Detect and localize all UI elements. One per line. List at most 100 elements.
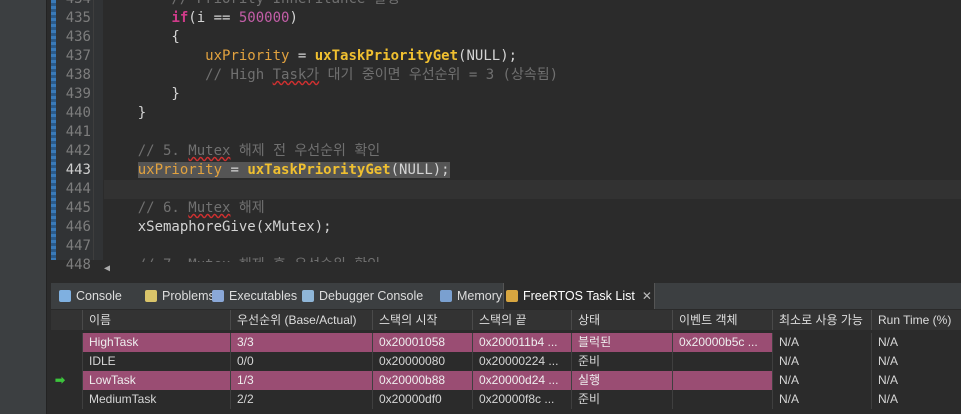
tab-console[interactable]: Console bbox=[57, 283, 134, 309]
tab-label: Problems bbox=[162, 289, 215, 303]
column-header[interactable]: 우선순위 (Base/Actual) bbox=[231, 310, 373, 330]
code-line[interactable] bbox=[104, 180, 961, 199]
code-line[interactable]: } bbox=[104, 104, 961, 123]
table-cell-indicator bbox=[51, 333, 83, 352]
line-number: 446 bbox=[65, 219, 91, 235]
line-number: 440 bbox=[65, 105, 91, 121]
code-line[interactable]: uxPriority = uxTaskPriorityGet(NULL); bbox=[104, 47, 961, 66]
table-cell-stack-start: 0x20001058 bbox=[373, 333, 473, 352]
column-header[interactable] bbox=[51, 310, 83, 330]
column-header[interactable]: Run Time (%) bbox=[872, 310, 961, 330]
table-cell-min-free: N/A bbox=[773, 390, 872, 409]
table-cell-stack-end: 0x20000f8c ... bbox=[473, 390, 572, 409]
table-cell-name: MediumTask bbox=[83, 390, 231, 409]
code-line[interactable]: xSemaphoreGive(xMutex); bbox=[104, 218, 961, 237]
executables-icon bbox=[212, 290, 224, 302]
code-editor[interactable]: 434435 436 437 438 439 440 441 442 443 444 445 446 4… bbox=[51, 0, 961, 283]
table-cell-name: IDLE bbox=[83, 352, 231, 371]
table-cell-priority: 1/3 bbox=[231, 371, 373, 390]
debugger-console-icon bbox=[302, 290, 314, 302]
table-cell-state: 실행 bbox=[572, 371, 673, 390]
change-marker-bar bbox=[51, 0, 56, 260]
line-number: 434 bbox=[59, 0, 91, 9]
tab-executables[interactable]: Executables bbox=[210, 283, 297, 309]
code-line[interactable]: } bbox=[104, 85, 961, 104]
column-header[interactable]: 스택의 시작 bbox=[373, 310, 473, 330]
column-header[interactable]: 스택의 끝 bbox=[473, 310, 572, 330]
table-cell-stack-start: 0x20000df0 bbox=[373, 390, 473, 409]
table-cell-event bbox=[673, 390, 773, 409]
line-number: 443 bbox=[65, 162, 91, 178]
tab-label: Memory bbox=[457, 289, 503, 303]
tab-freertos-task-list[interactable]: FreeRTOS Task List ✕ bbox=[503, 283, 655, 309]
code-area[interactable]: // Priority Inheritance 발생 if(i == 50000… bbox=[104, 0, 961, 273]
line-number: 435 bbox=[65, 10, 91, 26]
table-cell-runtime: N/A bbox=[878, 392, 899, 406]
line-number: 438 bbox=[65, 67, 91, 83]
code-line[interactable]: if(i == 500000) bbox=[104, 9, 961, 28]
left-window-strip bbox=[0, 0, 47, 414]
code-line[interactable]: // Priority Inheritance 발생 bbox=[104, 0, 961, 9]
freertos-icon bbox=[506, 290, 518, 302]
table-cell-indicator bbox=[51, 390, 83, 409]
column-header[interactable]: 이름 bbox=[83, 310, 231, 330]
table-cell-state: 준비 bbox=[572, 390, 673, 409]
table-cell-state: 준비 bbox=[572, 352, 673, 371]
table-cell-name: LowTask bbox=[83, 371, 231, 390]
table-cell-priority: 0/0 bbox=[231, 352, 373, 371]
line-number: 442 bbox=[65, 143, 91, 159]
code-line[interactable] bbox=[104, 237, 961, 256]
table-cell-stack-end: 0x200011b4 ... bbox=[473, 333, 572, 352]
code-line[interactable]: uxPriority = uxTaskPriorityGet(NULL); bbox=[104, 161, 961, 180]
line-number: 444 bbox=[65, 181, 91, 197]
tab-problems[interactable]: Problems bbox=[143, 283, 215, 309]
code-line[interactable]: // 6. Mutex 해제 bbox=[104, 199, 961, 218]
line-number: 447 bbox=[65, 238, 91, 254]
current-task-arrow-icon: ➡ bbox=[55, 373, 66, 387]
panel-tab-bar: Console Problems Executables Debugger Conso… bbox=[51, 283, 961, 310]
debug-panel: Console Problems Executables Debugger Conso… bbox=[51, 283, 961, 414]
line-number: 441 bbox=[65, 124, 91, 140]
tab-debugger-console[interactable]: Debugger Console bbox=[300, 283, 430, 309]
table-cell-min-free: N/A bbox=[773, 333, 872, 352]
table-cell-indicator: ➡ bbox=[51, 371, 83, 390]
table-cell-runtime: N/A bbox=[872, 371, 961, 390]
table-cell-min-free: N/A bbox=[773, 371, 872, 390]
tab-label: Executables bbox=[229, 289, 298, 303]
tab-memory[interactable]: Memory bbox=[438, 283, 503, 309]
column-header[interactable]: 상태 bbox=[572, 310, 673, 330]
table-cell-priority: 2/2 bbox=[231, 390, 373, 409]
column-header[interactable]: 이벤트 객체 bbox=[673, 310, 773, 330]
problems-icon bbox=[145, 290, 157, 302]
table-cell-indicator bbox=[51, 352, 83, 371]
code-line[interactable]: // 5. Mutex 해제 전 우선순위 확인 bbox=[104, 142, 961, 161]
table-cell-stack-end: 0x20000224 ... bbox=[473, 352, 572, 371]
line-number: 436 bbox=[65, 29, 91, 45]
tab-label: Console bbox=[76, 289, 122, 303]
code-line[interactable]: { bbox=[104, 28, 961, 47]
table-cell-event: 0x20000b5c ... bbox=[673, 333, 773, 352]
table-cell-priority: 3/3 bbox=[231, 333, 373, 352]
scroll-left-icon[interactable]: ◀ bbox=[104, 263, 110, 274]
table-row[interactable]: HighTask 3/3 0x20001058 0x200011b4 ... 블럭된 0x… bbox=[51, 333, 961, 352]
code-line[interactable]: // High Task가 대기 중이면 우선순위 = 3 (상속됨) bbox=[104, 66, 961, 85]
table-cell-min-free: N/A bbox=[773, 352, 872, 371]
line-number: 437 bbox=[65, 48, 91, 64]
table-cell-state: 블럭된 bbox=[572, 333, 673, 352]
table-cell-runtime: N/A bbox=[872, 333, 961, 352]
table-row[interactable]: MediumTask 2/2 0x20000df0 0x20000f8c ... 준비 N… bbox=[51, 390, 961, 409]
horizontal-scrollbar[interactable]: ◀ ▶ bbox=[104, 262, 961, 277]
tab-label: Debugger Console bbox=[319, 289, 424, 303]
table-row[interactable]: IDLE 0/0 0x20000080 0x20000224 ... 준비 N/A N/A bbox=[51, 352, 961, 371]
close-icon[interactable]: ✕ bbox=[642, 289, 652, 303]
table-cell-stack-end: 0x20000d24 ... bbox=[473, 371, 572, 390]
table-header: 이름 우선순위 (Base/Actual) 스택의 시작 스택의 끝 상태 이벤트 객체 최… bbox=[51, 310, 961, 330]
table-cell-runtime: N/A bbox=[878, 354, 899, 368]
line-number: 445 bbox=[65, 200, 91, 216]
table-cell-stack-start: 0x20000080 bbox=[373, 352, 473, 371]
table-cell-event bbox=[673, 371, 773, 390]
code-line[interactable] bbox=[104, 123, 961, 142]
table-row[interactable]: ➡ LowTask 1/3 0x20000b88 0x20000d24 ... 실행 N/A… bbox=[51, 371, 961, 390]
line-number: 448 bbox=[65, 257, 91, 273]
column-header[interactable]: 최소로 사용 가능 bbox=[773, 310, 872, 330]
